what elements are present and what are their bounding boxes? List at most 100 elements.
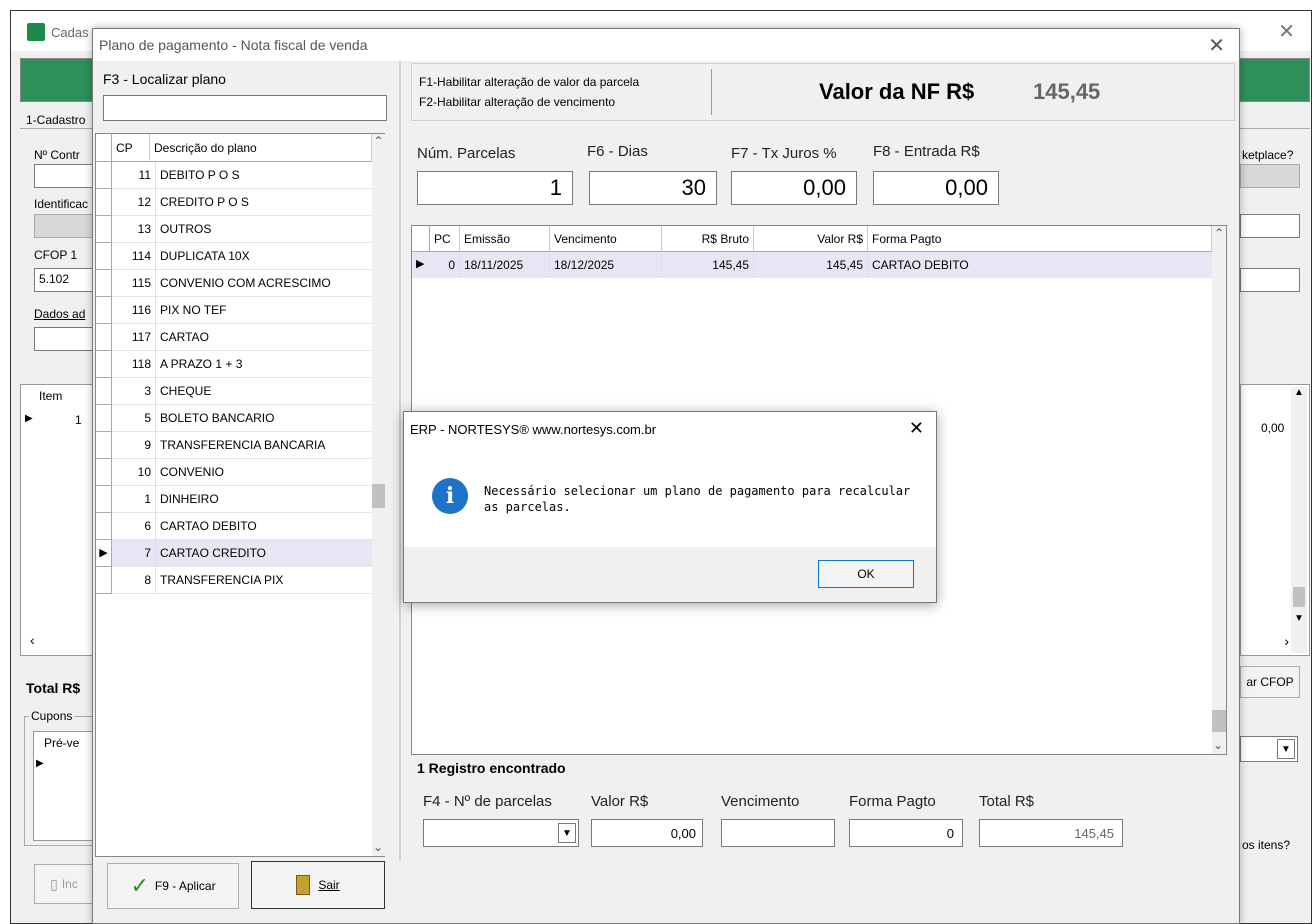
plan-list[interactable]: CP Descrição do plano 11 DEBITO P O S 12 CR… xyxy=(95,133,385,857)
plan-cp: 9 xyxy=(112,431,156,459)
plan-desc: DINHEIRO xyxy=(160,491,219,506)
installments-column-header[interactable]: PC xyxy=(430,226,460,252)
marketplace-label: ketplace? xyxy=(1242,148,1294,162)
dialog-close-icon[interactable]: ✕ xyxy=(1208,33,1225,58)
desc-column-header[interactable]: Descrição do plano xyxy=(150,134,372,162)
plan-cp: 117 xyxy=(112,323,156,351)
itens-question-label: os itens? xyxy=(1242,838,1291,852)
scroll-left-icon[interactable]: ‹ xyxy=(30,632,35,648)
plan-desc: TRANSFERENCIA BANCARIA xyxy=(160,437,326,452)
plan-cp: 116 xyxy=(112,296,156,324)
dialog-title: Plano de pagamento - Nota fiscal de vend… xyxy=(99,37,368,53)
list-item[interactable]: 3 CHEQUE xyxy=(96,377,372,405)
entrada-label: F8 - Entrada R$ xyxy=(873,143,980,160)
installments-column-header[interactable]: R$ Bruto xyxy=(662,226,754,252)
plan-cp: 8 xyxy=(112,566,156,594)
items-grid-right[interactable]: 0,00 ▲ ▼ › xyxy=(1240,384,1310,656)
plan-desc: DUPLICATA 10X xyxy=(160,248,250,263)
num-parcelas-select[interactable]: ▼ xyxy=(423,819,579,847)
list-item[interactable]: 10 CONVENIO xyxy=(96,458,372,486)
scroll-right-icon[interactable]: › xyxy=(1284,633,1289,649)
records-found: 1 Registro encontrado xyxy=(417,760,566,776)
installments-scroll-thumb[interactable] xyxy=(1212,710,1226,732)
row-indicator xyxy=(96,566,112,594)
vencimento-input[interactable] xyxy=(721,819,835,847)
list-item[interactable]: 12 CREDITO P O S xyxy=(96,188,372,216)
main-close-icon[interactable]: ✕ xyxy=(1278,19,1295,44)
juros-label: F7 - Tx Juros % xyxy=(731,145,837,162)
plan-cp: 118 xyxy=(112,350,156,378)
aplicar-button[interactable]: ✓ F9 - Aplicar xyxy=(107,863,239,909)
cfop-button[interactable]: ar CFOP xyxy=(1240,666,1300,698)
right-input-1[interactable] xyxy=(1240,214,1300,238)
installments-column-header[interactable]: Emissão xyxy=(460,226,550,252)
juros-input[interactable]: 0,00 xyxy=(731,171,857,205)
identificacao-input xyxy=(34,214,94,238)
plan-cp: 115 xyxy=(112,269,156,297)
list-item[interactable]: 9 TRANSFERENCIA BANCARIA xyxy=(96,431,372,459)
identificacao-label: Identificac xyxy=(34,197,89,211)
forma-pagto-input[interactable]: 0 xyxy=(849,819,963,847)
plan-scroll-thumb[interactable] xyxy=(372,484,385,508)
valor-input[interactable]: 0,00 xyxy=(591,819,703,847)
dialog-titlebar: Plano de pagamento - Nota fiscal de vend… xyxy=(93,29,1239,61)
dados-adicionais-input[interactable] xyxy=(34,327,94,351)
items-grid[interactable]: Item ▶ 1 xyxy=(20,384,94,656)
sair-button[interactable]: Sair xyxy=(251,861,385,909)
list-item[interactable]: 116 PIX NO TEF xyxy=(96,296,372,324)
cfop-input[interactable]: 5.102 xyxy=(34,268,94,292)
dias-input[interactable]: 30 xyxy=(589,171,717,205)
plan-cp: 13 xyxy=(112,215,156,243)
list-item[interactable]: 11 DEBITO P O S xyxy=(96,161,372,189)
hint-f2: F2-Habilitar alteração de vencimento xyxy=(419,95,616,109)
list-item[interactable]: 8 TRANSFERENCIA PIX xyxy=(96,566,372,594)
search-plan-input[interactable] xyxy=(103,95,387,121)
installments-column-header[interactable]: Vencimento xyxy=(550,226,662,252)
vertical-scrollbar[interactable]: ▲ ▼ xyxy=(1291,387,1307,653)
list-item[interactable]: 5 BOLETO BANCARIO xyxy=(96,404,372,432)
plan-cp: 114 xyxy=(112,242,156,270)
right-value: 0,00 xyxy=(1261,421,1285,435)
row-indicator xyxy=(96,188,112,216)
cfop-label: CFOP 1 xyxy=(34,248,78,262)
installments-scrollbar[interactable]: ⌃ ⌄ xyxy=(1212,226,1226,754)
ok-button[interactable]: OK xyxy=(818,560,914,588)
list-item[interactable]: 114 DUPLICATA 10X xyxy=(96,242,372,270)
panel-splitter[interactable] xyxy=(399,61,401,861)
list-item[interactable]: ▶ 7 CARTAO CREDITO xyxy=(96,539,372,567)
message-text-line1: Necessário selecionar um plano de pagame… xyxy=(484,484,911,498)
installments-column-header[interactable]: Valor R$ xyxy=(754,226,868,252)
list-item[interactable]: 13 OUTROS xyxy=(96,215,372,243)
vencimento-label: Vencimento xyxy=(721,793,800,810)
chevron-down-icon[interactable]: ▼ xyxy=(558,823,576,843)
entrada-input[interactable]: 0,00 xyxy=(873,171,999,205)
message-close-icon[interactable]: ✕ xyxy=(909,418,924,439)
chevron-down-icon[interactable]: ▼ xyxy=(1277,739,1295,759)
installments-column-header[interactable]: Forma Pagto xyxy=(868,226,1212,252)
right-select[interactable]: ▼ xyxy=(1240,736,1298,762)
list-item[interactable]: 115 CONVENIO COM ACRESCIMO xyxy=(96,269,372,297)
cp-column-header[interactable]: CP xyxy=(112,134,150,162)
tab-cadastro[interactable]: 1-Cadastro xyxy=(26,113,85,127)
item-value: 1 xyxy=(75,413,82,427)
message-text-line2: as parcelas. xyxy=(484,500,571,514)
row-indicator xyxy=(96,161,112,189)
plan-desc: PIX NO TEF xyxy=(160,302,227,317)
list-item[interactable]: 1 DINHEIRO xyxy=(96,485,372,513)
scroll-thumb[interactable] xyxy=(1293,587,1305,607)
list-item[interactable]: 6 CARTAO DEBITO xyxy=(96,512,372,540)
right-input-2[interactable] xyxy=(1240,268,1300,292)
plan-desc: CREDITO P O S xyxy=(160,194,249,209)
list-item[interactable]: 117 CARTAO xyxy=(96,323,372,351)
plan-cp: 1 xyxy=(112,485,156,513)
controle-input[interactable] xyxy=(34,164,94,188)
cupons-grid[interactable]: Pré-ve ▶ xyxy=(33,731,93,841)
plan-list-scrollbar[interactable]: ⌃ ⌄ xyxy=(372,134,385,856)
item-column-header: Item xyxy=(39,389,63,403)
parcelas-input[interactable]: 1 xyxy=(417,171,573,205)
row-indicator xyxy=(96,458,112,486)
incluir-button[interactable]: ▯ Inc xyxy=(34,864,94,904)
plan-cp: 12 xyxy=(112,188,156,216)
list-item[interactable]: 118 A PRAZO 1 + 3 xyxy=(96,350,372,378)
pre-venda-header: Pré-ve xyxy=(44,736,80,750)
